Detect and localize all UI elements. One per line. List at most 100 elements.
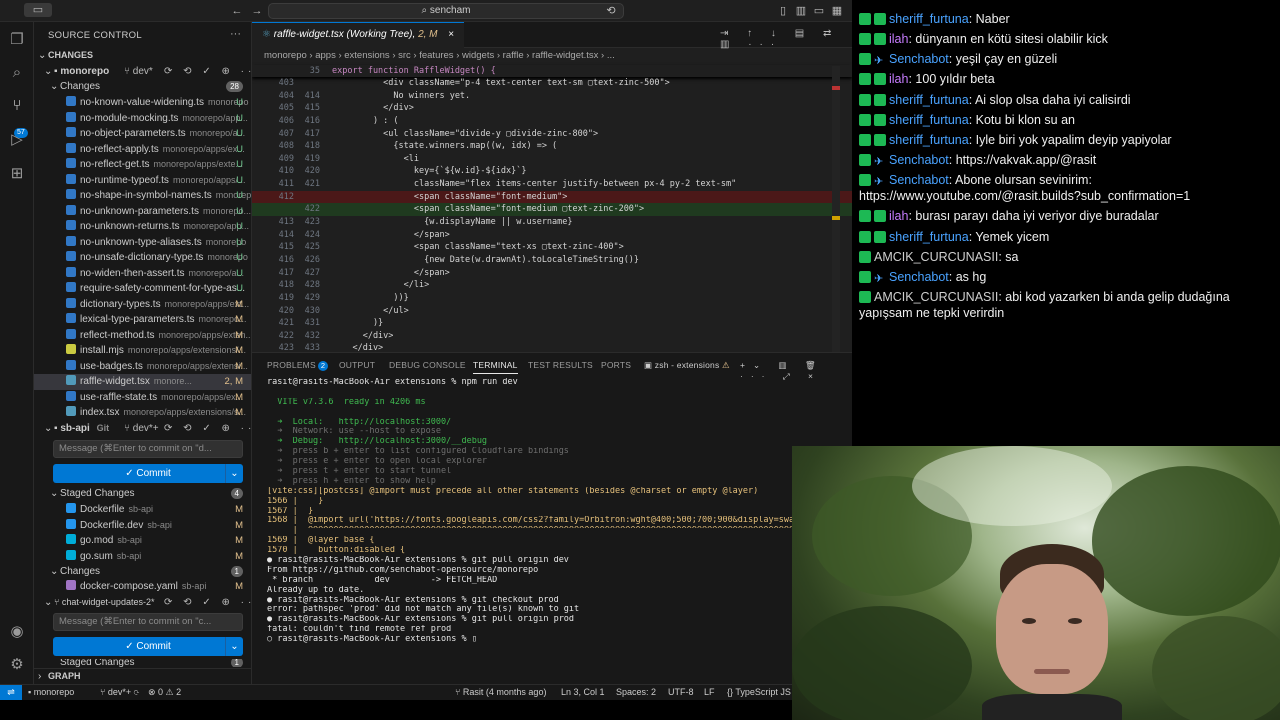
code-line[interactable]: 405 415 </div> [252,102,852,115]
file-row[interactable]: no-reflect-get.ts monorepo/apps/exte... U [34,157,251,173]
customize-layout-icon[interactable]: ▦ [830,4,844,18]
code-line[interactable]: 406 416 ) : ( [252,115,852,128]
source-control-icon[interactable]: ⑂ [7,96,27,116]
chat-username[interactable]: ilah [889,72,908,86]
tab-ports[interactable]: PORTS [601,360,631,370]
gear-icon[interactable]: ⚙ [7,655,27,675]
remote-icon[interactable]: ⇌ [0,685,22,700]
command-center-search[interactable]: ⌕ sencham [268,3,624,19]
code-line[interactable]: 415 425 <span className="text-xs ▢text-zi… [252,241,852,254]
status-eol[interactable]: LF [704,685,715,700]
file-row[interactable]: use-raffle-state.ts monorepo/apps/ex... M [34,390,251,406]
code-line[interactable]: 422 <span className="font-medium ▢text-z… [252,203,852,217]
status-blame[interactable]: ⑂ Rasit (4 months ago) [455,685,546,700]
file-row[interactable]: lexical-type-parameters.ts monorepo... M [34,312,251,328]
code-line[interactable]: 419 429 ))} [252,292,852,305]
chat-username[interactable]: sheriff_furtuna [889,93,969,107]
file-row[interactable]: require-safety-comment-for-type-as... U [34,281,251,297]
chat-username[interactable]: sheriff_furtuna [889,230,969,244]
commit-message-input-2[interactable]: Message (⌘Enter to commit on "c... [53,613,243,631]
account-icon[interactable]: ◉ [7,622,27,642]
layout-split-icon[interactable]: ▥ [794,4,808,18]
commit-message-input[interactable]: Message (⌘Enter to commit on "d... [53,440,243,458]
file-row[interactable]: raffle-widget.tsx monore... 2, M [34,374,251,390]
chat-username[interactable]: ilah [889,32,908,46]
sidebar-toggle-icon[interactable]: ▭ [24,3,52,17]
file-row[interactable]: no-unsafe-dictionary-type.ts monorepo U [34,250,251,266]
code-line[interactable]: 420 430 </ul> [252,305,852,318]
code-line[interactable]: 421 431 )} [252,317,852,330]
layout-bottom-icon[interactable]: ▭ [812,4,826,18]
repo-actions-icons[interactable]: ⟳ ⟲ ✓ ⊕ ··· [164,421,251,437]
repo-actions-icons[interactable]: ⟳ ⟲ ✓ ⊕ ··· [164,595,251,611]
file-row[interactable]: Dockerfile.dev sb-api M [34,518,251,534]
file-row[interactable]: no-shape-in-symbol-names.tsmonorepoU [34,188,251,204]
code-line[interactable]: 407 417 <ul className="divide-y ▢divide-z… [252,128,852,141]
file-row[interactable]: no-widen-then-assert.ts monorepo/a... U [34,266,251,282]
chat-username[interactable]: Senchabot [889,270,949,284]
file-row[interactable]: no-runtime-typeof.ts monorepo/apps/... U [34,173,251,189]
branch-label[interactable]: ⑂ dev* [124,64,153,80]
status-repo[interactable]: ▪ monorepo [28,685,74,700]
staged-changes-group[interactable]: ⌄ Staged Changes 4 [34,486,251,502]
chat-username[interactable]: AMCIK_CURCUNASII [874,250,998,264]
tab-test-results[interactable]: TEST RESULTS [528,360,593,370]
code-line[interactable]: 413 423 {w.displayName || w.username} [252,216,852,229]
layout-panel-icon[interactable]: ▯ [776,4,790,18]
changes-section-header[interactable]: ⌄ CHANGES [34,48,251,64]
editor-actions-icons[interactable]: ⇥ ↑ ↓ ▤ ⇄ ▥ ··· [720,28,852,50]
file-row[interactable]: no-known-value-widening.ts monorepo U [34,95,251,111]
status-encoding[interactable]: UTF-8 [668,685,694,700]
file-row[interactable]: dictionary-types.ts monorepo/apps/ext... M [34,297,251,313]
tab-output[interactable]: OUTPUT [339,360,375,370]
chat-username[interactable]: AMCIK_CURCUNASII [874,290,998,304]
file-row[interactable]: use-badges.ts monorepo/apps/extensi... M [34,359,251,375]
branch-label[interactable]: ⑂ dev*+ [124,421,159,437]
file-row[interactable]: no-unknown-returns.ts monorepo/app... U [34,219,251,235]
file-row[interactable]: no-object-parameters.ts monorepo/a... U [34,126,251,142]
tab-raffle-widget[interactable]: ⚛ raffle-widget.tsx (Working Tree), 2, M… [252,22,465,48]
file-row[interactable]: reflect-method.ts monorepo/apps/exten... M [34,328,251,344]
repo-sb-api[interactable]: ⌄ ▪ sb-api Git ⑂ dev*+ ⟳ ⟲ ✓ ⊕ ··· [34,421,251,437]
tab-problems[interactable]: PROBLEMS 2 [267,360,329,371]
commit-button[interactable]: ✓ Commit ⌄ [53,464,243,483]
terminal-output[interactable]: rasit@rasits-MacBook-Air extensions % np… [267,378,852,645]
code-line[interactable]: 403 <div className="p-4 text-center text… [252,77,852,90]
chat-username[interactable]: sheriff_furtuna [889,12,969,26]
run-debug-icon[interactable]: ▷ [7,130,27,150]
status-problems[interactable]: ⊗ 0 ⚠ 2 [148,685,181,700]
code-diff-view[interactable]: 403 <div className="p-4 text-center text… [252,77,852,352]
chat-username[interactable]: Senchabot [889,153,949,167]
code-line[interactable]: 422 432 </div> [252,330,852,343]
code-line[interactable]: 418 428 </li> [252,279,852,292]
chat-username[interactable]: sheriff_furtuna [889,113,969,127]
status-language[interactable]: {} TypeScript JS [727,685,791,700]
terminal-shell-selector[interactable]: ▣ zsh - extensions ⚠ [644,360,730,371]
graph-section-header[interactable]: › GRAPH [34,668,251,684]
chat-username[interactable]: ilah [889,209,908,223]
chevron-down-icon[interactable]: ⌄ [225,464,243,483]
more-actions-icon[interactable]: ··· [230,28,241,40]
close-icon[interactable]: × [448,29,454,40]
code-line[interactable]: 412 <span className="font-medium"> [252,190,852,204]
file-row[interactable]: index.tsx monorepo/apps/extensions/s... M [34,405,251,421]
extensions-icon[interactable]: ⊞ [7,164,27,184]
file-row[interactable]: no-unknown-type-aliases.ts monorepo U [34,235,251,251]
code-line[interactable]: 411 421 className="flex items-center just… [252,178,852,191]
file-row[interactable]: go.sum sb-api M [34,549,251,565]
commit-button-2[interactable]: ✓ Commit ⌄ [53,637,243,656]
code-line[interactable]: 414 424 </span> [252,229,852,242]
changes-group[interactable]: ⌄ Changes 28 [34,79,251,95]
status-cursor-position[interactable]: Ln 3, Col 1 [561,685,605,700]
code-line[interactable]: 417 427 </span> [252,267,852,280]
code-line[interactable]: 423 433 </div> [252,342,852,352]
tab-debug-console[interactable]: DEBUG CONSOLE [389,360,466,370]
chat-username[interactable]: Senchabot [889,52,949,66]
file-row[interactable]: no-reflect-apply.ts monorepo/apps/ex... U [34,142,251,158]
file-row[interactable]: docker-compose.yaml sb-api M [34,579,251,595]
code-line[interactable]: 410 420 key={`${w.id}-${idx}`} [252,165,852,178]
file-row[interactable]: install.mjs monorepo/apps/extensions/... M [34,343,251,359]
code-line[interactable]: 404 414 No winners yet. [252,90,852,103]
file-row[interactable]: Dockerfile sb-api M [34,502,251,518]
repo-chat-widget[interactable]: ⌄ ⑂ chat-widget-updates-2* ⟳ ⟲ ✓ ⊕ ··· [34,595,251,611]
